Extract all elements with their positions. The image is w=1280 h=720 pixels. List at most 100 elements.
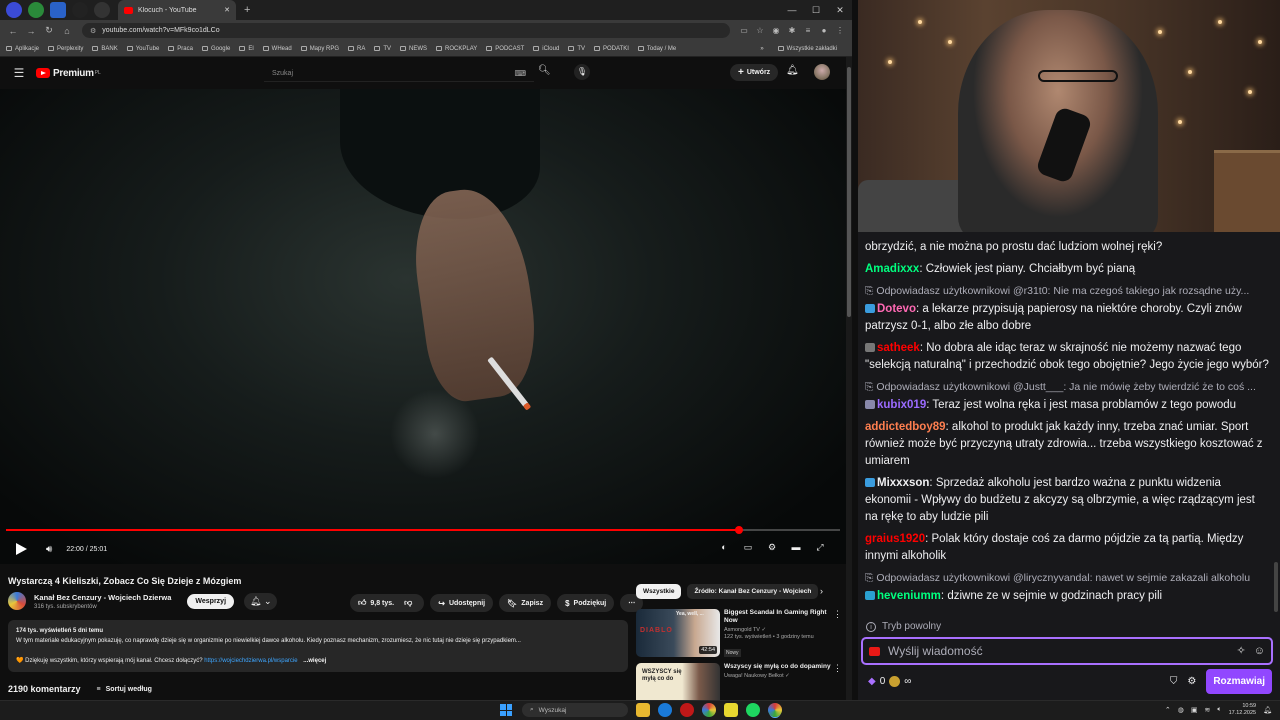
thanks-button[interactable]: $ Podziękuj	[557, 594, 615, 612]
bookmark-item[interactable]: Perplexity	[48, 46, 83, 52]
user-badge-icon[interactable]	[865, 343, 875, 352]
windows-start-icon[interactable]	[500, 704, 512, 716]
chat-message[interactable]: satheek: No dobra ale idąc teraz w skraj…	[865, 340, 1269, 374]
bookmark-item[interactable]: PODCAST	[486, 46, 524, 52]
bookmark-item[interactable]: iCloud	[533, 46, 559, 52]
settings-gear-icon[interactable]: ⚙	[760, 542, 784, 553]
opera-icon[interactable]	[680, 703, 694, 717]
create-button[interactable]: + Utwórz	[730, 64, 779, 81]
thumbs-down-icon[interactable]: 👎︎	[404, 598, 412, 608]
recommendation-menu-icon[interactable]: ⋮	[833, 609, 842, 659]
progress-bar[interactable]	[6, 526, 840, 534]
recommendation-menu-icon[interactable]: ⋮	[833, 663, 842, 700]
chip-all[interactable]: Wszystkie	[636, 584, 682, 599]
taskbar-clock[interactable]: 10:59 17.12.2025	[1229, 703, 1257, 717]
scrollbar-thumb[interactable]	[847, 67, 851, 317]
tab-youtube[interactable]: Klocuch - YouTube ✕	[118, 0, 236, 20]
chrome-icon[interactable]	[702, 703, 716, 717]
puzzle-icon[interactable]: ✱	[784, 26, 800, 35]
bookmark-item[interactable]: WHead	[262, 46, 292, 52]
bookmark-item[interactable]: BANK	[92, 46, 118, 52]
chat-settings-gear-icon[interactable]: ⚙	[1187, 673, 1196, 690]
bookmark-item[interactable]: El	[239, 46, 254, 52]
bookmark-item[interactable]: NEWS	[400, 46, 427, 52]
subscription-bell-button[interactable]: 🔔︎ ⌄	[244, 592, 278, 610]
video-thumbnail[interactable]: WSZYSCY się myłą co do	[636, 663, 720, 700]
chat-username[interactable]: graius1920	[865, 533, 925, 545]
spotify-icon[interactable]	[746, 703, 760, 717]
bookmark-item[interactable]: Praca	[168, 46, 193, 52]
bookmark-star-icon[interactable]: ☆	[752, 26, 768, 35]
chat-message[interactable]: Amadixxx: Człowiek jest piany. Chciałbym…	[865, 261, 1269, 278]
chat-message[interactable]: graius1920: Polak który dostaje coś za d…	[865, 531, 1269, 565]
recommendation-item[interactable]: WSZYSCY się myłą co do Wszyscy się myłą …	[636, 663, 842, 700]
pinned-tab-3[interactable]	[50, 2, 66, 18]
theater-mode-icon[interactable]: ▬	[784, 542, 808, 553]
bookmark-item[interactable]: PODATKI	[593, 46, 629, 52]
save-button[interactable]: 🔖︎ Zapisz	[499, 594, 552, 612]
volume-icon[interactable]: 🔊︎	[46, 544, 52, 555]
autoplay-toggle[interactable]: ◐	[712, 542, 736, 553]
close-tab-icon[interactable]: ✕	[224, 6, 230, 14]
microphone-icon[interactable]: 🎙︎	[574, 64, 590, 80]
cast-icon[interactable]: ▭	[736, 26, 752, 35]
channel-name[interactable]: Kanał Bez Cenzury - Wojciech Dzierwa	[34, 593, 171, 602]
video-player[interactable]: 🔊︎ 22:00 / 25:01 ◐ ▭ ⚙ ▬ ⤢	[0, 89, 846, 564]
maximize-button[interactable]: ☐	[804, 0, 828, 20]
bookmark-item[interactable]: TV	[374, 46, 391, 52]
youtube-logo[interactable]: Premium PL	[36, 68, 101, 79]
chat-message[interactable]: heveniumm: dziwne ze w sejmie w godzinac…	[865, 588, 1269, 605]
channel-points[interactable]: ◆ 0 ∞	[868, 673, 911, 690]
tray-app-icon[interactable]: ◍	[1178, 706, 1184, 714]
edge-icon[interactable]	[658, 703, 672, 717]
progress-scrubber[interactable]	[735, 526, 744, 534]
sort-button[interactable]: ≡ Sortuj według	[97, 686, 152, 693]
search-icon[interactable]: 🔍︎	[538, 65, 551, 76]
all-bookmarks-button[interactable]: Wszystkie zakładki	[777, 46, 837, 52]
user-badge-icon[interactable]	[865, 591, 875, 600]
video-thumbnail[interactable]: Yea, well, ... DIABLO 42:54	[636, 609, 720, 657]
avatar[interactable]	[814, 64, 830, 80]
like-button[interactable]: 👍︎ 9,8 tys. 👎︎	[350, 594, 425, 612]
reload-button[interactable]: ↻	[40, 25, 58, 36]
extension-icon[interactable]: ◉	[768, 26, 784, 35]
chat-message[interactable]: Mixxxson: Sprzedaż alkoholu jest bardzo …	[865, 475, 1269, 526]
description-box[interactable]: 174 tys. wyświetleń 5 dni temu W tym mat…	[8, 620, 628, 672]
support-link[interactable]: https://wojciechdzierwa.pl/wsparcie	[204, 658, 297, 664]
profile-icon[interactable]: ●	[816, 26, 832, 35]
search-input[interactable]: Szukaj ⌨	[264, 65, 534, 82]
wifi-icon[interactable]: ≋	[1205, 706, 1211, 714]
playlist-icon[interactable]: ≡	[800, 26, 816, 35]
keyboard-icon[interactable]: ⌨	[514, 69, 526, 78]
pinned-tab-5[interactable]	[94, 2, 110, 18]
tray-app-icon[interactable]: ▣	[1191, 706, 1198, 714]
chat-message[interactable]: Dotevo: a lekarze przypisują papierosy n…	[865, 301, 1269, 335]
bookmark-item[interactable]: Today / Me	[637, 46, 676, 52]
volume-icon[interactable]: 🔈︎	[1217, 706, 1221, 714]
chat-message[interactable]: kubix019: Teraz jest wolna ręka i jest m…	[865, 397, 1269, 414]
chip-source[interactable]: Źródło: Kanał Bez Cenzury - Wojciech	[687, 584, 819, 599]
bookmark-item[interactable]: ROCKPLAY	[436, 46, 477, 52]
user-badge-icon[interactable]	[865, 400, 875, 409]
bookmark-item[interactable]: RA	[348, 46, 365, 52]
subtitles-icon[interactable]: ▭	[736, 542, 760, 553]
support-button[interactable]: Wesprzyj	[187, 593, 235, 609]
chat-input[interactable]: Wyślij wiadomość ✧ ☺	[861, 637, 1273, 665]
chat-message[interactable]: obrzydzić, a nie można po prostu dać lud…	[865, 239, 1269, 256]
menu-kebab-icon[interactable]: ⋮	[832, 26, 848, 35]
recommendation-item[interactable]: Yea, well, ... DIABLO 42:54 Biggest Scan…	[636, 609, 842, 659]
chat-username[interactable]: kubix019	[877, 399, 926, 411]
pinned-tab-4[interactable]	[72, 2, 88, 18]
bookmark-item[interactable]: Google	[201, 46, 230, 52]
bits-icon[interactable]: ✧	[1237, 643, 1246, 660]
notifications-icon[interactable]: 🔔︎	[1263, 706, 1272, 714]
close-window-button[interactable]: ✕	[828, 0, 852, 20]
user-badge-icon[interactable]	[865, 304, 875, 313]
page-scrollbar[interactable]	[846, 57, 852, 700]
minimize-button[interactable]: —	[780, 0, 804, 20]
chat-username[interactable]: heveniumm	[877, 590, 941, 602]
chrome-active-icon[interactable]	[768, 703, 782, 717]
bookmarks-more-button[interactable]: »	[760, 46, 763, 52]
play-button[interactable]	[14, 542, 28, 556]
bookmark-item[interactable]: YouTube	[126, 46, 159, 52]
